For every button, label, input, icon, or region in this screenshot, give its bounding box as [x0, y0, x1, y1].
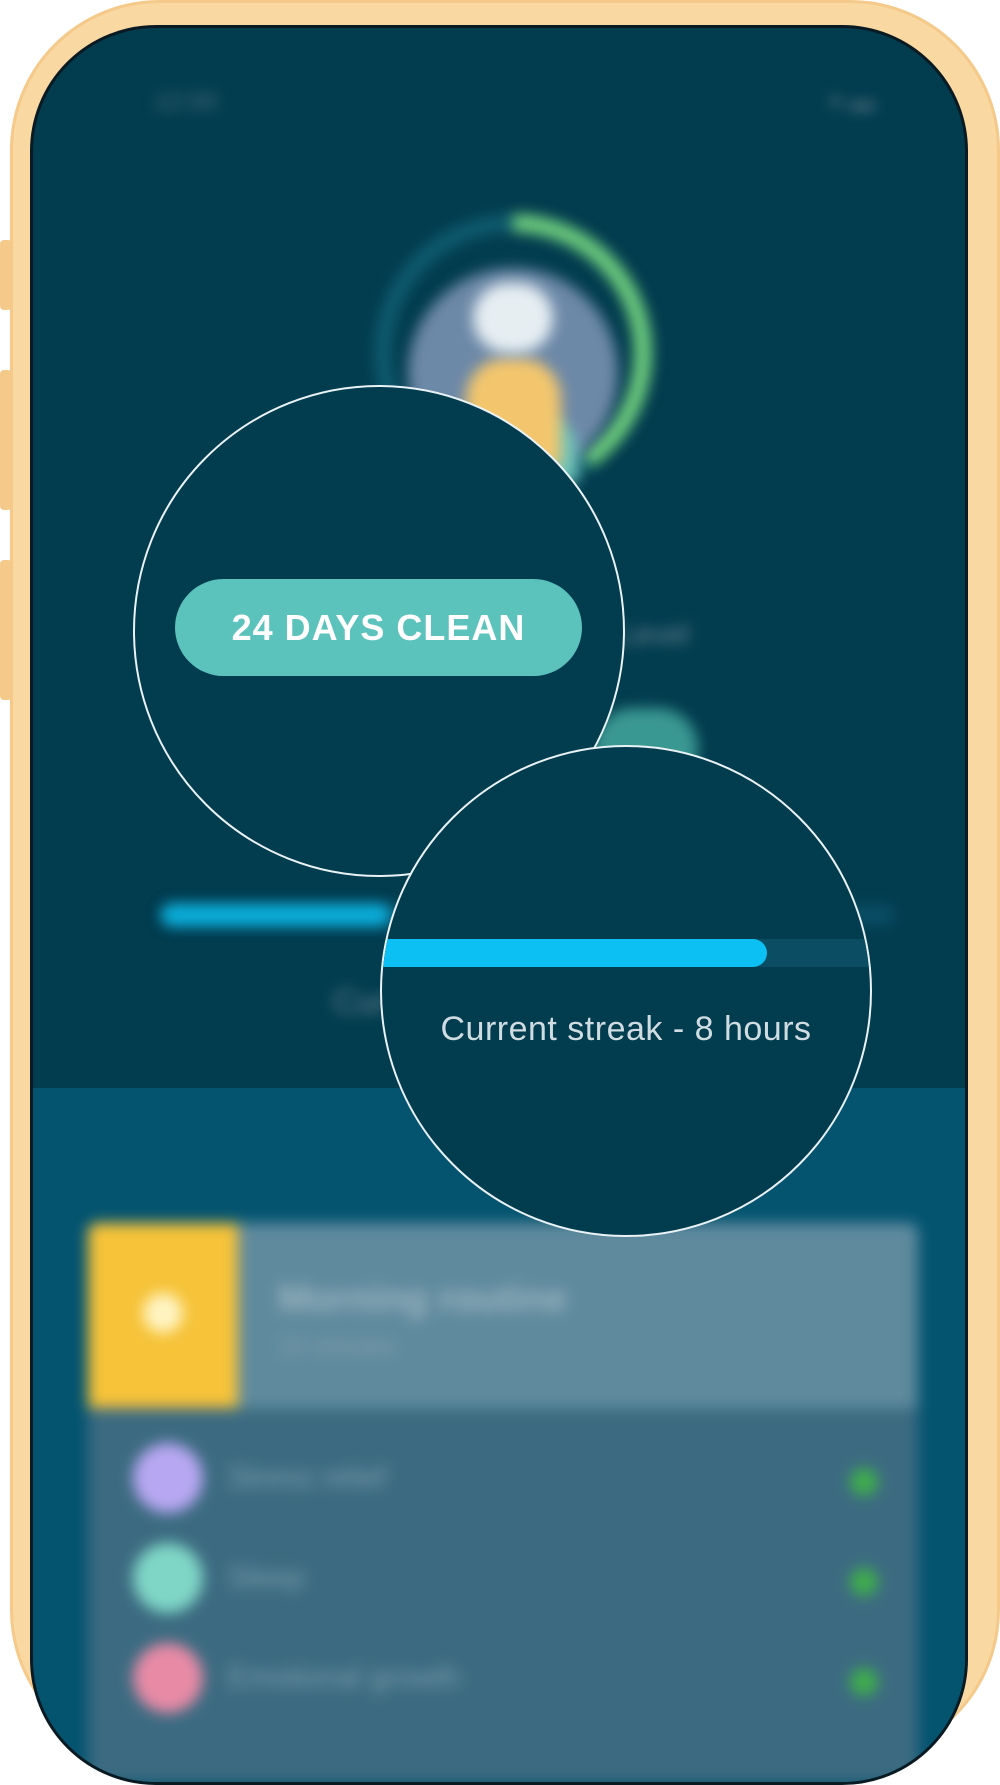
- streak-label: Current streak - 8 hours: [440, 1010, 812, 1048]
- phone-volume-up-button: [0, 370, 12, 510]
- list-item-icon: [133, 1443, 203, 1513]
- blurred-level-text: Level: [618, 618, 690, 651]
- blurred-progress-fill: [161, 904, 391, 926]
- routine-card-header[interactable]: Morning routine 15 minutes: [88, 1223, 918, 1408]
- avatar-hair: [473, 283, 553, 353]
- phone-volume-down-button: [0, 560, 12, 700]
- status-time: 12:00: [153, 86, 219, 116]
- list-item-icon: [133, 1543, 203, 1613]
- streak-progress-fill: [382, 939, 767, 967]
- status-dot-icon: [850, 1468, 878, 1496]
- routine-card[interactable]: Morning routine 15 minutes Stress relief…: [88, 1223, 918, 1782]
- routine-thumbnail: [88, 1223, 238, 1408]
- list-item-label: Sleep: [228, 1561, 305, 1594]
- magnifier-streak: Current streak - 8 hours: [380, 745, 872, 1237]
- routine-subtitle: 15 minutes: [278, 1333, 396, 1360]
- sun-icon: [143, 1293, 183, 1333]
- list-item-label: Emotional growth: [228, 1661, 460, 1694]
- list-item[interactable]: Sleep: [88, 1523, 918, 1633]
- status-dot-icon: [850, 1668, 878, 1696]
- list-item-label: Stress relief: [228, 1461, 387, 1494]
- routine-title: Morning routine: [278, 1278, 568, 1320]
- days-clean-badge: 24 DAYS CLEAN: [175, 579, 582, 676]
- status-dot-icon: [850, 1568, 878, 1596]
- status-icons: ▾ ▬: [828, 86, 875, 116]
- list-item[interactable]: Stress relief: [88, 1423, 918, 1533]
- list-item-icon: [133, 1643, 203, 1713]
- phone-side-button: [0, 240, 12, 310]
